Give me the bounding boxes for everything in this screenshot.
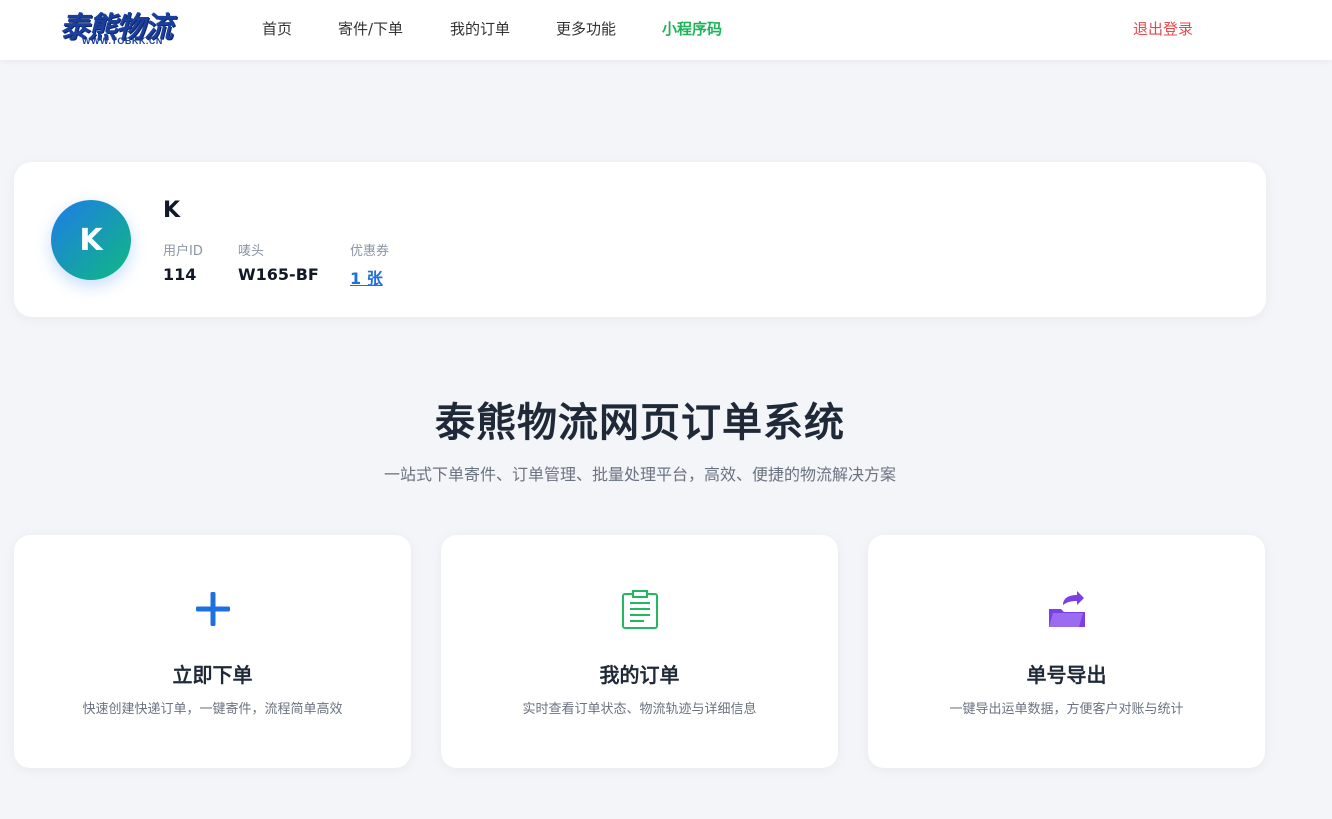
feature-card-export-tracking[interactable]: 单号导出 一键导出运单数据，方便客户对账与统计 <box>868 535 1265 768</box>
coupon-count-link[interactable]: 1 张 <box>350 265 389 289</box>
stat-label: 用户ID <box>163 244 203 259</box>
brand-logo[interactable]: 泰熊物流 WWW.TOBKK.CN <box>60 6 200 50</box>
nav-item-ship-order[interactable]: 寄件/下单 <box>338 18 403 39</box>
feature-desc: 一键导出运单数据，方便客户对账与统计 <box>949 702 1184 717</box>
page-title: 泰熊物流网页订单系统 <box>435 400 845 446</box>
nav-item-home[interactable]: 首页 <box>262 18 292 39</box>
nav-item-mini-program-code[interactable]: 小程序码 <box>662 18 722 39</box>
feature-card-create-order[interactable]: 立即下单 快速创建快递订单，一键寄件，流程简单高效 <box>14 535 411 768</box>
stat-value: W165-BF <box>238 265 319 284</box>
stat-coupons: 优惠券 1 张 <box>350 240 389 289</box>
plus-icon <box>193 589 233 629</box>
page-subtitle: 一站式下单寄件、订单管理、批量处理平台，高效、便捷的物流解决方案 <box>383 465 896 484</box>
feature-desc: 实时查看订单状态、物流轨迹与详细信息 <box>522 702 757 717</box>
folder-export-icon <box>1047 589 1087 629</box>
stat-value: 114 <box>163 265 197 284</box>
stat-shipping-mark: 唛头 W165-BF <box>238 240 319 284</box>
avatar: K <box>51 200 131 280</box>
clipboard-icon <box>620 589 660 629</box>
user-profile-card: K K 用户ID 114 唛头 W165-BF 优惠券 1 张 <box>14 162 1266 317</box>
stat-label: 唛头 <box>238 244 265 259</box>
feature-title: 单号导出 <box>1026 663 1107 687</box>
stat-label: 优惠券 <box>350 244 390 259</box>
nav-item-more-features[interactable]: 更多功能 <box>556 18 616 39</box>
user-name: K <box>163 198 181 223</box>
nav-item-my-orders[interactable]: 我的订单 <box>450 18 510 39</box>
stat-user-id: 用户ID 114 <box>163 240 203 284</box>
feature-desc: 快速创建快递订单，一键寄件，流程简单高效 <box>82 702 343 717</box>
feature-title: 立即下单 <box>172 663 253 687</box>
logo-url-text: WWW.TOBKK.CN <box>82 36 163 46</box>
top-nav-bar: 泰熊物流 WWW.TOBKK.CN 首页 寄件/下单 我的订单 更多功能 小程序… <box>0 0 1332 60</box>
feature-card-my-orders[interactable]: 我的订单 实时查看订单状态、物流轨迹与详细信息 <box>441 535 838 768</box>
feature-title: 我的订单 <box>599 663 680 687</box>
logout-link[interactable]: 退出登录 <box>1133 18 1193 39</box>
